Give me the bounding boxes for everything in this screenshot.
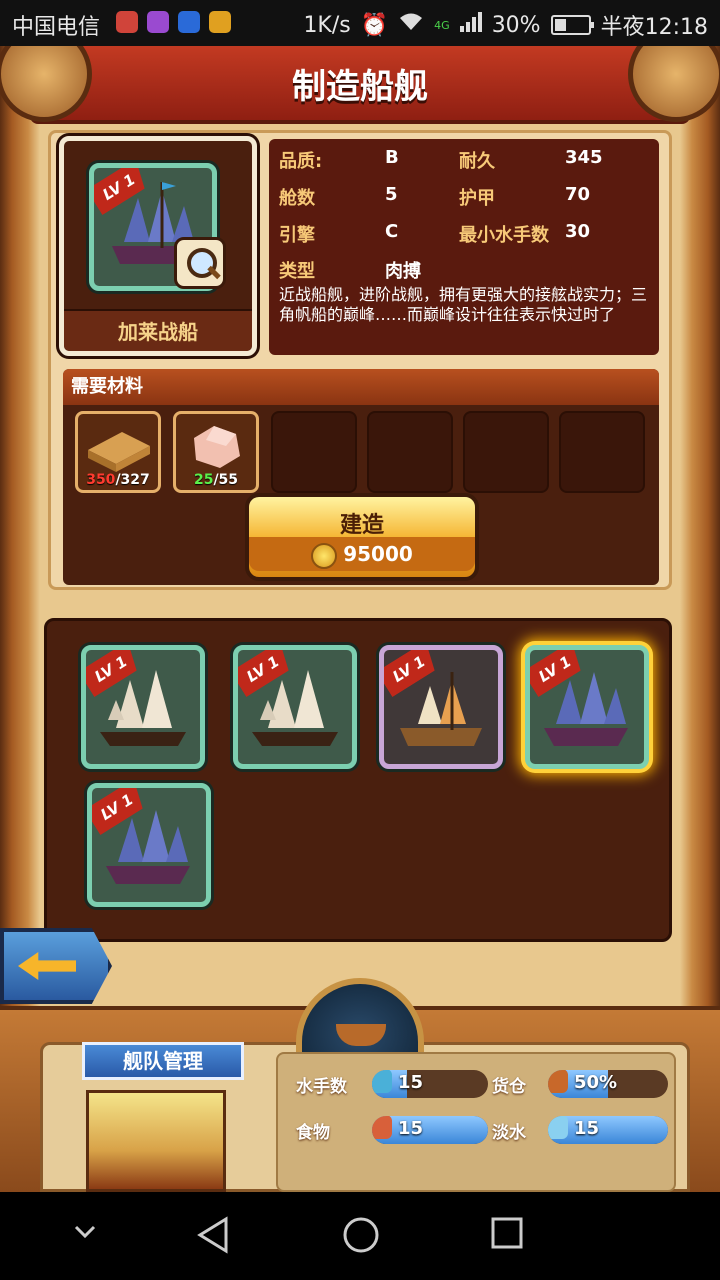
type-value: 肉搏 bbox=[385, 261, 421, 282]
network-type: 4G bbox=[434, 18, 450, 32]
water-bottle-icon bbox=[548, 1116, 568, 1139]
material-slot-wood[interactable]: 350/327 bbox=[75, 411, 161, 493]
net-speed: 1K/s bbox=[303, 12, 351, 38]
gallery-notification-icon bbox=[147, 11, 169, 33]
food-label: 食物 bbox=[296, 1123, 330, 1143]
app-notification-icon bbox=[116, 11, 138, 33]
wood-icon bbox=[88, 432, 150, 472]
wifi-icon bbox=[398, 12, 424, 38]
engine-label: 引擎 bbox=[279, 225, 315, 246]
home-nav-icon[interactable] bbox=[342, 1216, 380, 1258]
build-cost-value: 95000 bbox=[343, 542, 413, 566]
game-notification-icon bbox=[209, 11, 231, 33]
material-slot-empty bbox=[367, 411, 453, 493]
quality-label: 品质: bbox=[279, 151, 323, 172]
cabins-value: 5 bbox=[385, 184, 398, 205]
back-button[interactable] bbox=[0, 928, 112, 1004]
hide-keyboard-chevron-icon[interactable] bbox=[74, 1224, 96, 1243]
battery-icon bbox=[550, 15, 594, 35]
fleet-stats: 水手数 15 货仓 50% 食物 15 淡水 15 bbox=[276, 1052, 676, 1192]
build-button-label: 建造 bbox=[339, 513, 384, 538]
flagship-picture[interactable] bbox=[86, 1090, 226, 1192]
boat-icon bbox=[336, 1024, 386, 1046]
selected-ship-card[interactable]: LV 1 加莱战船 bbox=[59, 136, 257, 356]
build-panel: LV 1 加莱战船 品质: B 耐久 345 舱数 5 护甲 70 引擎 C 最… bbox=[48, 130, 672, 590]
build-button[interactable]: 建造 95000 bbox=[245, 493, 479, 581]
game-screen: 制造船舰 LV 1 加莱战船 品质: B 耐久 345 舱数 5 护甲 70 引… bbox=[0, 46, 720, 1192]
water-value: 15 bbox=[574, 1118, 600, 1139]
ship-description: 近战船舰，进阶战舰，拥有更强大的接舷战实力；三角帆船的巅峰……而巅峰设计往往表示… bbox=[279, 285, 648, 324]
magnify-icon[interactable] bbox=[174, 237, 226, 289]
cargo-value: 50% bbox=[574, 1072, 618, 1093]
sailors-bar: 15 bbox=[372, 1070, 488, 1098]
cabins-label: 舱数 bbox=[279, 188, 315, 209]
build-cost: 95000 bbox=[249, 537, 475, 571]
water-bar: 15 bbox=[548, 1116, 668, 1144]
ship-list-item[interactable]: LV 1 bbox=[379, 645, 503, 769]
back-nav-icon[interactable] bbox=[196, 1216, 230, 1258]
fleet-title[interactable]: 舰队管理 bbox=[82, 1042, 244, 1080]
wood-have: 350 bbox=[86, 472, 116, 488]
carrier-name: 中国电信 bbox=[12, 15, 101, 40]
stone-have: 25 bbox=[193, 472, 214, 488]
ship-list-item[interactable]: LV 1 bbox=[233, 645, 357, 769]
stone-count: 25/55 bbox=[176, 472, 256, 488]
ship-info-box: 品质: B 耐久 345 舱数 5 护甲 70 引擎 C 最小水手数 30 类型… bbox=[269, 139, 659, 355]
min-sailors-label: 最小水手数 bbox=[459, 225, 549, 246]
cargo-label: 货仓 bbox=[492, 1077, 526, 1097]
wood-need: /327 bbox=[115, 472, 150, 488]
crate-icon bbox=[548, 1070, 568, 1093]
ship-list-item[interactable]: LV 1 bbox=[87, 783, 211, 907]
ship-list-item-selected[interactable]: LV 1 bbox=[525, 645, 649, 769]
food-value: 15 bbox=[398, 1118, 424, 1139]
armor-value: 70 bbox=[565, 184, 591, 205]
material-slot-empty bbox=[463, 411, 549, 493]
back-arrow-icon bbox=[18, 952, 76, 980]
signal-icon bbox=[459, 12, 482, 38]
sailors-value: 15 bbox=[398, 1072, 424, 1093]
min-sailors-value: 30 bbox=[565, 221, 591, 242]
engine-value: C bbox=[385, 221, 399, 242]
sailor-icon bbox=[372, 1070, 392, 1093]
sailors-label: 水手数 bbox=[296, 1077, 347, 1097]
water-label: 淡水 bbox=[492, 1123, 526, 1143]
armor-label: 护甲 bbox=[459, 188, 495, 209]
system-nav-bar bbox=[0, 1192, 720, 1280]
recents-nav-icon[interactable] bbox=[490, 1216, 524, 1254]
materials-header: 需要材料 bbox=[63, 369, 659, 405]
browser-notification-icon bbox=[178, 11, 200, 33]
material-slot-empty bbox=[271, 411, 357, 493]
status-right: 1K/s ⏰ 4G 30% 半夜12:18 bbox=[303, 9, 708, 41]
stone-icon bbox=[194, 426, 240, 468]
ship-list-item[interactable]: LV 1 bbox=[81, 645, 205, 769]
ship-list-panel: LV 1 LV 1 LV 1 LV 1 LV 1 bbox=[44, 618, 672, 942]
quality-value: B bbox=[385, 147, 399, 168]
wood-count: 350/327 bbox=[78, 472, 158, 488]
status-bar: 中国电信 1K/s ⏰ 4G 30% 半夜12:18 bbox=[0, 0, 720, 46]
alarm-icon: ⏰ bbox=[360, 12, 389, 38]
durability-label: 耐久 bbox=[459, 151, 495, 172]
battery-percent: 30% bbox=[491, 12, 541, 38]
stone-need: /55 bbox=[213, 472, 239, 488]
ship-name: 加莱战船 bbox=[64, 309, 252, 351]
type-label: 类型 bbox=[279, 261, 315, 282]
cargo-bar: 50% bbox=[548, 1070, 668, 1098]
notification-icons bbox=[116, 11, 231, 33]
material-slot-empty bbox=[559, 411, 645, 493]
food-bar: 15 bbox=[372, 1116, 488, 1144]
clock: 半夜12:18 bbox=[600, 15, 708, 40]
durability-value: 345 bbox=[565, 147, 603, 168]
screen-title: 制造船舰 bbox=[30, 46, 690, 124]
gold-coin-icon bbox=[311, 542, 338, 569]
materials-section: 需要材料 350/327 25/55 建造 95000 bbox=[63, 369, 659, 585]
meat-icon bbox=[372, 1116, 392, 1139]
material-slot-stone[interactable]: 25/55 bbox=[173, 411, 259, 493]
